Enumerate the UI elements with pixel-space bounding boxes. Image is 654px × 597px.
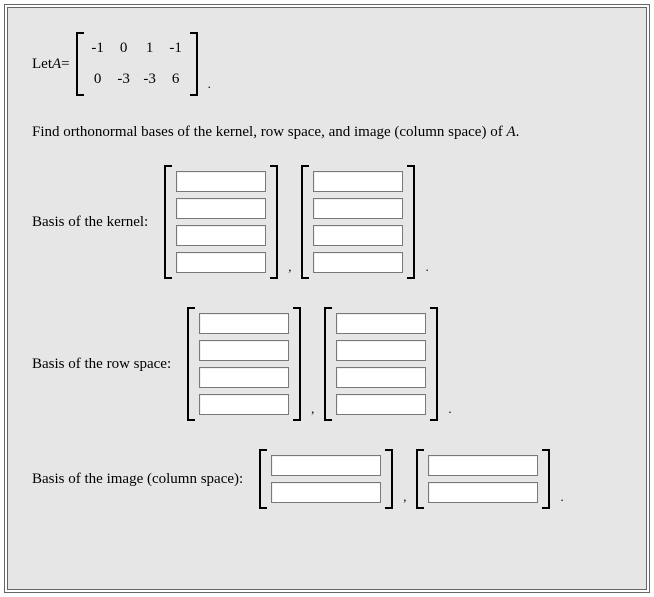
kernel-vector-2 — [301, 165, 415, 279]
image-row: Basis of the image (column space): , — [32, 449, 626, 509]
matrix-cell: 0 — [90, 71, 106, 88]
matrix-content: -1 0 1 -1 0 -3 -3 6 — [84, 32, 190, 96]
rowspace-v2-c1[interactable] — [336, 313, 426, 334]
rowspace-v1-c4[interactable] — [199, 394, 289, 415]
rowspace-v1-c3[interactable] — [199, 367, 289, 388]
kernel-vector-1 — [164, 165, 278, 279]
kernel-v2-c4[interactable] — [313, 252, 403, 273]
rowspace-vector-1 — [187, 307, 301, 421]
image-vector-2 — [416, 449, 550, 509]
matrix-cell: -1 — [168, 40, 184, 57]
image-label: Basis of the image (column space): — [32, 471, 243, 488]
kernel-v2-c2[interactable] — [313, 198, 403, 219]
matrix-row-0: -1 0 1 -1 — [90, 40, 184, 57]
image-v1-c1[interactable] — [271, 455, 381, 476]
matrix-cell: -1 — [90, 40, 106, 57]
let-text: Let — [32, 56, 52, 73]
left-bracket-icon — [76, 32, 84, 96]
comma: , — [311, 401, 314, 421]
matrix-cell: -3 — [116, 71, 132, 88]
instruction-pre: Find orthonormal bases of the kernel, ro… — [32, 124, 506, 140]
left-bracket-icon — [416, 449, 424, 509]
kernel-label: Basis of the kernel: — [32, 214, 148, 231]
matrix-A: -1 0 1 -1 0 -3 -3 6 — [76, 32, 198, 96]
rowspace-v2-c2[interactable] — [336, 340, 426, 361]
left-bracket-icon — [259, 449, 267, 509]
matrix-cell: 0 — [116, 40, 132, 57]
period: . — [560, 489, 563, 509]
rowspace-vector-2 — [324, 307, 438, 421]
image-v2-c2[interactable] — [428, 482, 538, 503]
outer-frame: Let A = -1 0 1 -1 0 -3 -3 6 — [4, 4, 650, 593]
right-bracket-icon — [385, 449, 393, 509]
kernel-row: Basis of the kernel: , — [32, 165, 626, 279]
kernel-v2-c3[interactable] — [313, 225, 403, 246]
right-bracket-icon — [190, 32, 198, 96]
image-v1-c2[interactable] — [271, 482, 381, 503]
row-space-row: Basis of the row space: , — [32, 307, 626, 421]
matrix-cell: 1 — [142, 40, 158, 57]
definition-row: Let A = -1 0 1 -1 0 -3 -3 6 — [32, 32, 626, 96]
right-bracket-icon — [270, 165, 278, 279]
kernel-v1-c3[interactable] — [176, 225, 266, 246]
row-space-label: Basis of the row space: — [32, 356, 171, 373]
equals-text: = — [61, 56, 69, 73]
variable-A: A — [52, 56, 61, 73]
matrix-cell: 6 — [168, 71, 184, 88]
kernel-v1-c1[interactable] — [176, 171, 266, 192]
image-v2-c1[interactable] — [428, 455, 538, 476]
comma: , — [288, 259, 291, 279]
instruction-text: Find orthonormal bases of the kernel, ro… — [32, 124, 626, 141]
instruction-post: . — [516, 124, 520, 140]
right-bracket-icon — [407, 165, 415, 279]
rowspace-v1-c1[interactable] — [199, 313, 289, 334]
rowspace-v2-c3[interactable] — [336, 367, 426, 388]
kernel-v2-c1[interactable] — [313, 171, 403, 192]
right-bracket-icon — [542, 449, 550, 509]
matrix-row-1: 0 -3 -3 6 — [90, 71, 184, 88]
period: . — [208, 76, 211, 96]
instruction-var: A — [506, 124, 515, 140]
left-bracket-icon — [324, 307, 332, 421]
right-bracket-icon — [430, 307, 438, 421]
comma: , — [403, 489, 406, 509]
kernel-v1-c4[interactable] — [176, 252, 266, 273]
left-bracket-icon — [187, 307, 195, 421]
left-bracket-icon — [301, 165, 309, 279]
kernel-v1-c2[interactable] — [176, 198, 266, 219]
period: . — [425, 259, 428, 279]
rowspace-v1-c2[interactable] — [199, 340, 289, 361]
period: . — [448, 401, 451, 421]
left-bracket-icon — [164, 165, 172, 279]
right-bracket-icon — [293, 307, 301, 421]
matrix-cell: -3 — [142, 71, 158, 88]
image-vector-1 — [259, 449, 393, 509]
rowspace-v2-c4[interactable] — [336, 394, 426, 415]
inner-frame: Let A = -1 0 1 -1 0 -3 -3 6 — [7, 7, 647, 590]
